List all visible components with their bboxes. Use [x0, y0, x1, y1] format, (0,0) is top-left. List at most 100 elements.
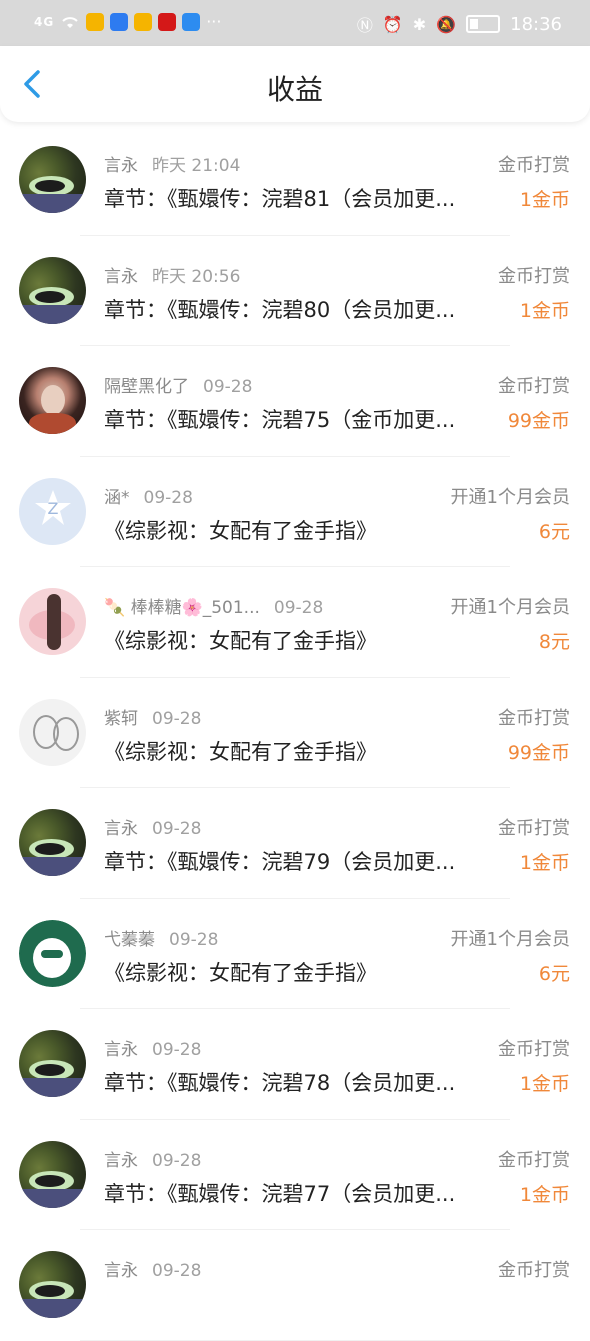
bluetooth-icon: ✱	[412, 14, 427, 34]
timestamp: 09-28	[152, 1261, 202, 1281]
earning-type: 金币打赏	[498, 1260, 570, 1281]
username: 🍡 棒棒糖🌸_501...	[104, 598, 260, 618]
item-meta: 言永 09-28	[104, 1256, 201, 1281]
avatar[interactable]	[19, 809, 86, 876]
username: 弋蓁蓁	[104, 929, 155, 950]
item-meta: 言永 昨天 21:04	[104, 151, 240, 176]
earning-type: 金币打赏	[498, 818, 570, 839]
nav-header: 收益	[0, 46, 590, 122]
timestamp: 09-28	[273, 598, 324, 618]
item-content: 《综影视：女配有了金手指》	[104, 518, 377, 543]
username: 言永	[104, 156, 138, 176]
item-content: 章节：《甄嬛传：浣碧77（会员加更...	[104, 1181, 456, 1206]
earning-type: 金币打赏	[498, 265, 570, 287]
list-item[interactable]: 紫轲 09-28 金币打赏《综影视：女配有了金手指》 99金币	[0, 678, 590, 788]
more-notifications-icon: ···	[206, 12, 222, 31]
item-content: 《综影视：女配有了金手指》	[104, 739, 377, 764]
item-content: 《综影视：女配有了金手指》	[104, 629, 377, 653]
earning-amount: 1金币	[519, 1183, 570, 1206]
timestamp: 09-28	[203, 377, 253, 397]
status-bar: 4G ··· Ⓝ ⏰ ✱ 🔕 18:36	[0, 0, 590, 46]
wifi-icon	[62, 16, 78, 28]
earning-amount: 1金币	[519, 852, 570, 874]
timestamp: 昨天 21:04	[152, 156, 241, 176]
timestamp: 09-28	[152, 819, 202, 839]
earning-amount: 99金币	[507, 741, 570, 764]
earning-amount: 6元	[538, 520, 570, 543]
item-meta: 言永 09-28	[104, 814, 201, 839]
earning-type: 金币打赏	[498, 1149, 570, 1171]
list-item[interactable]: 弋蓁蓁 09-28 开通1个月会员《综影视：女配有了金手指》 6元	[0, 899, 590, 1009]
avatar[interactable]	[19, 146, 86, 213]
username: 涵*	[104, 487, 130, 508]
username: 紫轲	[104, 708, 138, 729]
signal-icon: 4G	[34, 14, 55, 29]
timestamp: 09-28	[152, 1040, 202, 1060]
clock: 18:36	[510, 13, 562, 35]
username: 言永	[104, 1261, 138, 1281]
item-content: 章节：《甄嬛传：浣碧78（会员加更...	[104, 1071, 456, 1095]
avatar[interactable]	[19, 588, 86, 655]
item-meta: 紫轲 09-28	[104, 704, 201, 729]
divider	[80, 1339, 510, 1341]
app-icon	[182, 12, 201, 31]
earning-type: 开通1个月会员	[450, 597, 570, 618]
item-content: 章节：《甄嬛传：浣碧81（会员加更...	[104, 187, 456, 211]
list-item[interactable]: 🍡 棒棒糖🌸_501... 09-28 开通1个月会员《综影视：女配有了金手指》 8元	[0, 567, 590, 678]
list-item[interactable]: 言永 09-28 金币打赏	[0, 1230, 590, 1341]
list-item[interactable]: 隔壁黑化了 09-28 金币打赏 章节：《甄嬛传：浣碧75（金币加更... 99金币	[0, 346, 590, 457]
list-item[interactable]: 言永 昨天 20:56 金币打赏 章节：《甄嬛传：浣碧80（会员加更... 1金币	[0, 236, 590, 346]
timestamp: 09-28	[152, 708, 202, 729]
earning-amount: 99金币	[507, 410, 570, 432]
item-content: 章节：《甄嬛传：浣碧79（会员加更...	[104, 850, 456, 874]
earning-amount: 6元	[538, 962, 570, 985]
avatar[interactable]	[19, 1140, 86, 1208]
mute-icon: 🔕	[436, 14, 457, 34]
item-meta: 言永 昨天 20:56	[104, 262, 240, 287]
avatar[interactable]	[19, 1030, 86, 1097]
earning-type: 开通1个月会员	[450, 928, 570, 950]
status-right: Ⓝ ⏰ ✱ 🔕 18:36	[357, 12, 562, 36]
username: 言永	[104, 819, 138, 839]
avatar[interactable]	[19, 256, 86, 324]
earning-type: 金币打赏	[498, 707, 570, 729]
nfc-icon: Ⓝ	[356, 16, 373, 35]
username: 言永	[104, 1150, 138, 1171]
earning-type: 开通1个月会员	[450, 486, 570, 508]
earning-type: 金币打赏	[498, 155, 570, 176]
battery-icon	[466, 15, 501, 33]
item-content: 章节：《甄嬛传：浣碧75（金币加更...	[104, 408, 456, 432]
avatar[interactable]	[19, 919, 86, 987]
page-title: 收益	[266, 73, 323, 106]
earnings-list: 言永 昨天 21:04 金币打赏 章节：《甄嬛传：浣碧81（会员加更... 1金币 言永昨…	[0, 125, 590, 1341]
username: 言永	[104, 266, 138, 287]
alarm-icon: ⏰	[382, 14, 403, 34]
list-item[interactable]: 言永 09-28 金币打赏章节：《甄嬛传：浣碧77（会员加更... 1金币	[0, 1120, 590, 1230]
list-item[interactable]: 言永 09-28 金币打赏章节：《甄嬛传：浣碧79（会员加更... 1金币	[0, 788, 590, 899]
item-content: 章节：《甄嬛传：浣碧80（会员加更...	[104, 297, 456, 322]
svg-text:Z: Z	[48, 499, 59, 518]
earning-amount: 1金币	[519, 1073, 570, 1095]
item-meta: 言永 09-28	[104, 1146, 201, 1171]
timestamp: 09-28	[169, 929, 219, 950]
avatar[interactable]: Z	[19, 477, 86, 545]
weibo-icon-2	[134, 12, 153, 31]
status-left: 4G ···	[34, 12, 221, 31]
earning-amount: 1金币	[519, 189, 570, 211]
avatar[interactable]	[19, 367, 86, 434]
list-item[interactable]: 言永 09-28 金币打赏章节：《甄嬛传：浣碧78（会员加更... 1金币	[0, 1009, 590, 1120]
avatar[interactable]	[19, 1251, 86, 1318]
item-meta: 🍡 棒棒糖🌸_501... 09-28	[104, 593, 323, 618]
timestamp: 09-28	[152, 1150, 202, 1171]
list-item[interactable]: Z 涵* 09-28 开通1个月会员 《综影视：女配有了金手指》 6元	[0, 457, 590, 567]
item-meta: 隔壁黑化了 09-28	[104, 372, 252, 397]
username: 隔壁黑化了	[104, 377, 189, 397]
list-item[interactable]: 言永 昨天 21:04 金币打赏章节：《甄嬛传：浣碧81（会员加更... 1金币	[0, 125, 590, 236]
avatar[interactable]	[19, 698, 86, 766]
earning-amount: 8元	[538, 631, 570, 653]
earning-type: 金币打赏	[498, 1039, 570, 1060]
weibo-icon	[86, 12, 105, 31]
username: 言永	[104, 1040, 138, 1060]
item-content: 《综影视：女配有了金手指》	[104, 960, 377, 985]
bulb-app-icon	[110, 12, 129, 31]
